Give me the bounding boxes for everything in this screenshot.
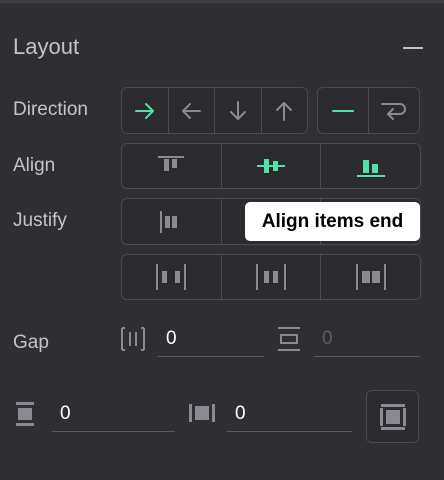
align-group [121,143,421,189]
layout-section-header: Layout [13,34,423,62]
tooltip: Align items end [245,202,420,241]
column-gap-input[interactable]: 0 [158,321,264,357]
align-start-button[interactable] [122,144,222,188]
wrap-button[interactable] [369,88,419,133]
collapse-icon[interactable] [403,47,423,49]
right-arrow-icon [134,102,154,119]
top-divider [0,0,444,3]
space-evenly-icon [355,264,386,290]
direction-left-button[interactable] [169,88,215,133]
wrap-group [317,87,420,134]
padding-horizontal-input[interactable]: 0 [227,396,352,432]
padding-vertical-icon [16,402,34,426]
align-center-icon [257,159,285,173]
justify-stretch-button[interactable] [321,255,420,299]
down-arrow-icon [229,100,246,120]
direction-right-button[interactable] [122,88,169,133]
align-start-icon [158,156,185,171]
gap-label: Gap [13,332,49,353]
justify-start-button[interactable] [122,199,222,244]
left-arrow-icon [182,102,202,119]
space-between-icon [156,264,187,290]
up-arrow-icon [276,101,293,121]
padding-independent-button[interactable] [366,390,419,443]
direction-up-button[interactable] [262,88,308,133]
padding-vertical-input[interactable]: 0 [52,396,175,432]
no-wrap-button[interactable] [318,88,369,133]
space-around-icon [256,264,286,290]
justify-start-icon [160,210,178,233]
align-center-button[interactable] [222,144,322,188]
padding-horizontal-icon [189,404,215,422]
no-wrap-icon [332,109,354,112]
column-gap-icon [121,327,145,351]
padding-all-sides-icon [379,403,406,430]
justify-label: Justify [13,210,67,231]
row-gap-icon [278,327,300,351]
row-gap-input[interactable]: 0 [314,321,420,357]
direction-down-button[interactable] [215,88,262,133]
section-title: Layout [13,34,80,59]
justify-space-between-button[interactable] [122,255,222,299]
align-label: Align [13,155,56,176]
direction-label: Direction [13,99,88,120]
wrap-icon [381,102,406,120]
justify-space-around-button[interactable] [222,255,322,299]
align-end-button[interactable] [321,144,420,188]
direction-group [121,87,308,134]
align-end-icon [356,160,385,177]
justify-group-bottom [121,254,421,300]
